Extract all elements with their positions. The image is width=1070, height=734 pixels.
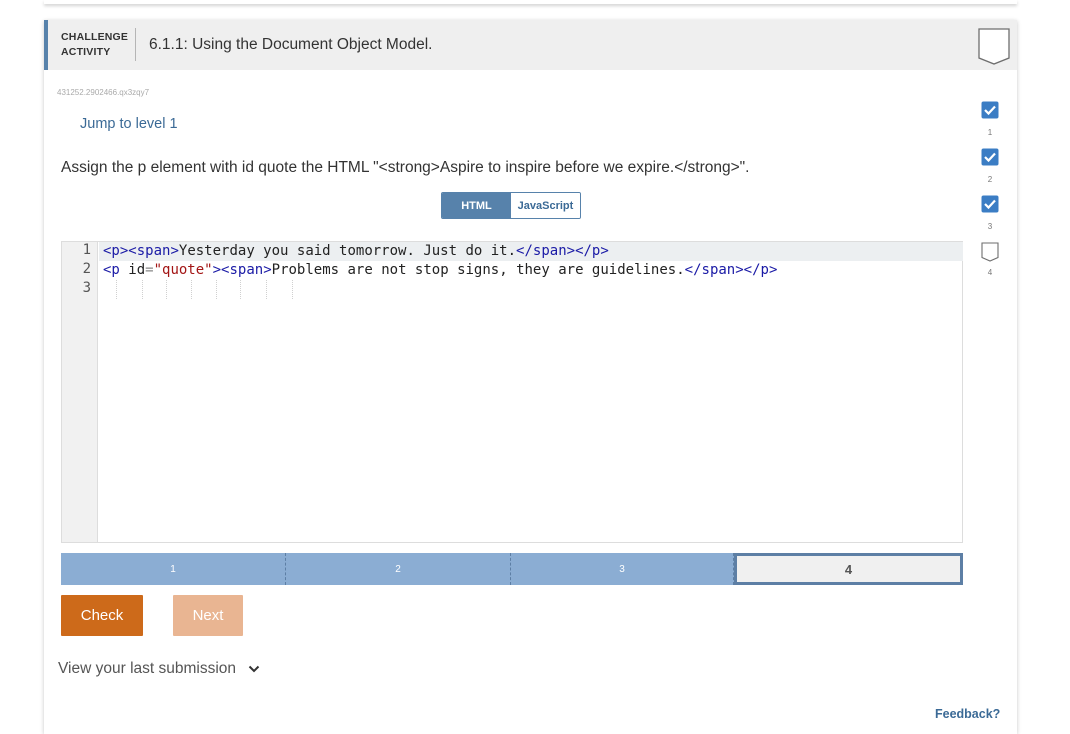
checkmark-icon (981, 148, 999, 166)
challenge-activity-card: CHALLENGE ACTIVITY 6.1.1: Using the Docu… (44, 20, 1017, 734)
code-line-2-text: <p id="quote"><span>Problems are not sto… (103, 262, 778, 278)
view-last-submission-toggle[interactable]: View your last submission (58, 660, 260, 678)
progress-level-3: 3 (980, 195, 1000, 231)
chevron-down-icon (248, 665, 260, 673)
view-last-submission-label: View your last submission (58, 660, 237, 677)
progress-level-label: 1 (987, 128, 993, 137)
completion-badge-icon (978, 28, 1010, 65)
level-bar: 1 2 3 4 (61, 553, 963, 585)
line-number: 1 (82, 242, 91, 258)
progress-level-1: 1 (980, 101, 1000, 137)
progress-level-2: 2 (980, 148, 1000, 184)
header-divider (135, 28, 136, 61)
jump-to-level-link[interactable]: Jump to level 1 (80, 116, 178, 132)
activity-type-line2: ACTIVITY (61, 46, 111, 58)
level-2-segment[interactable]: 2 (286, 553, 511, 585)
previous-card-edge (44, 0, 1017, 4)
progress-level-4: 4 (980, 242, 1000, 277)
level-1-segment[interactable]: 1 (61, 553, 286, 585)
activity-type-label: CHALLENGE ACTIVITY (61, 30, 128, 60)
code-line-1-text: <p><span>Yesterday you said tomorrow. Ju… (103, 243, 609, 259)
code-line-1[interactable]: <p><span>Yesterday you said tomorrow. Ju… (103, 242, 609, 261)
next-button: Next (173, 595, 243, 636)
progress-level-label: 4 (987, 268, 993, 277)
tab-javascript[interactable]: JavaScript (511, 193, 580, 218)
check-button[interactable]: Check (61, 595, 143, 636)
level-4-segment[interactable]: 4 (734, 553, 963, 585)
instructions-text: Assign the p element with id quote the H… (61, 159, 750, 176)
line-number: 2 (82, 261, 91, 277)
code-line-2[interactable]: <p id="quote"><span>Problems are not sto… (103, 261, 777, 280)
checkmark-icon (981, 195, 999, 213)
empty-badge-icon (981, 242, 999, 262)
tab-html[interactable]: HTML (442, 193, 511, 218)
level-3-segment[interactable]: 3 (511, 553, 734, 585)
feedback-link[interactable]: Feedback? (935, 707, 1000, 721)
code-editor[interactable]: 1 2 3 <p><span>Yesterday you said tomorr… (61, 241, 963, 543)
activity-type-line1: CHALLENGE (61, 31, 129, 43)
activity-title: 6.1.1: Using the Document Object Model. (149, 36, 433, 53)
language-toggle: HTML JavaScript (441, 192, 581, 219)
line-number-gutter: 1 2 3 (62, 242, 98, 542)
activity-id: 431252.2902466.qx3zqy7 (57, 88, 150, 97)
progress-level-label: 3 (987, 222, 993, 231)
checkmark-icon (981, 101, 999, 119)
progress-level-label: 2 (987, 175, 993, 184)
activity-header: CHALLENGE ACTIVITY 6.1.1: Using the Docu… (44, 20, 1017, 70)
line-number: 3 (82, 280, 91, 296)
